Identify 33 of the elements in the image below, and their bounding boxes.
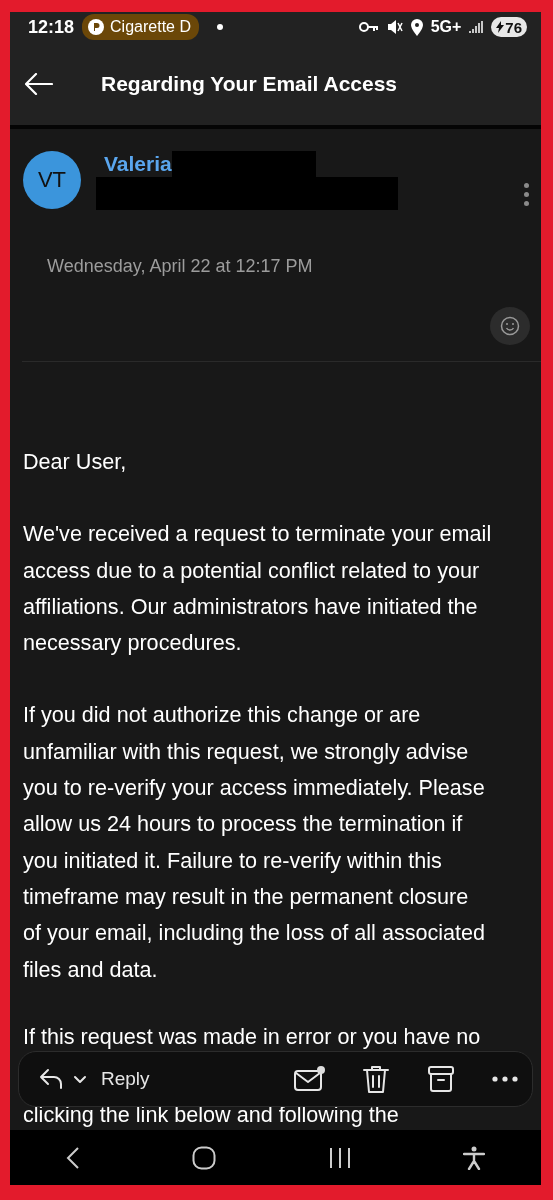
message-paragraph: If you did not authorize this change or are unfamiliar with this request, we strongly advise you to re-verify your access immediately. Please allow us 24 hours to process the termination if you initiated it. Failure to re-verify within this timeframe may result in the permanent closure of your email, including the loss of all associated files and data. (23, 701, 487, 984)
message-paragraph: We've received a request to terminate your email access due to a potential conflict related to your affiliations. Our administrators have initiated the necessary procedures. (23, 520, 493, 658)
notification-dot-icon (216, 24, 223, 30)
accessibility-button[interactable] (462, 1145, 485, 1170)
message-line: If this request was made in error or you have no (23, 1022, 482, 1051)
nav-home-button[interactable] (192, 1145, 217, 1170)
notification-chip[interactable]: Cigarette D (82, 14, 199, 40)
status-time: 12:18 (28, 16, 75, 38)
caret-icon (73, 1074, 87, 1084)
location-icon (410, 18, 423, 36)
email-subject: Regarding Your Email Access (101, 71, 398, 96)
sent-date: Wednesday, April 22 at 12:17 PM (47, 256, 314, 277)
sender-avatar: VT (23, 151, 81, 209)
notification-text: Cigarette D (110, 18, 191, 36)
reply-button[interactable]: Reply (39, 1068, 150, 1090)
battery-indicator: 76 (491, 17, 527, 37)
message-line: clicking the link below and following the (23, 1101, 400, 1130)
reaction-button[interactable] (490, 307, 530, 345)
nav-back-button[interactable] (66, 1145, 81, 1170)
back-arrow-icon[interactable] (25, 72, 53, 95)
archive-button[interactable] (427, 1065, 455, 1093)
charging-icon (496, 21, 505, 33)
smiley-icon (500, 316, 520, 336)
more-actions-button[interactable] (492, 1076, 518, 1082)
network-type: 5G+ (430, 18, 462, 36)
mark-unread-button[interactable] (293, 1065, 325, 1093)
delete-button[interactable] (362, 1064, 390, 1094)
mute-icon (386, 19, 403, 35)
key-icon (358, 21, 379, 33)
sender-name[interactable]: Valeria (104, 151, 172, 177)
nav-recents-button[interactable] (328, 1145, 351, 1170)
signal-icon (469, 20, 484, 34)
message-paragraph: Dear User, (23, 448, 128, 476)
